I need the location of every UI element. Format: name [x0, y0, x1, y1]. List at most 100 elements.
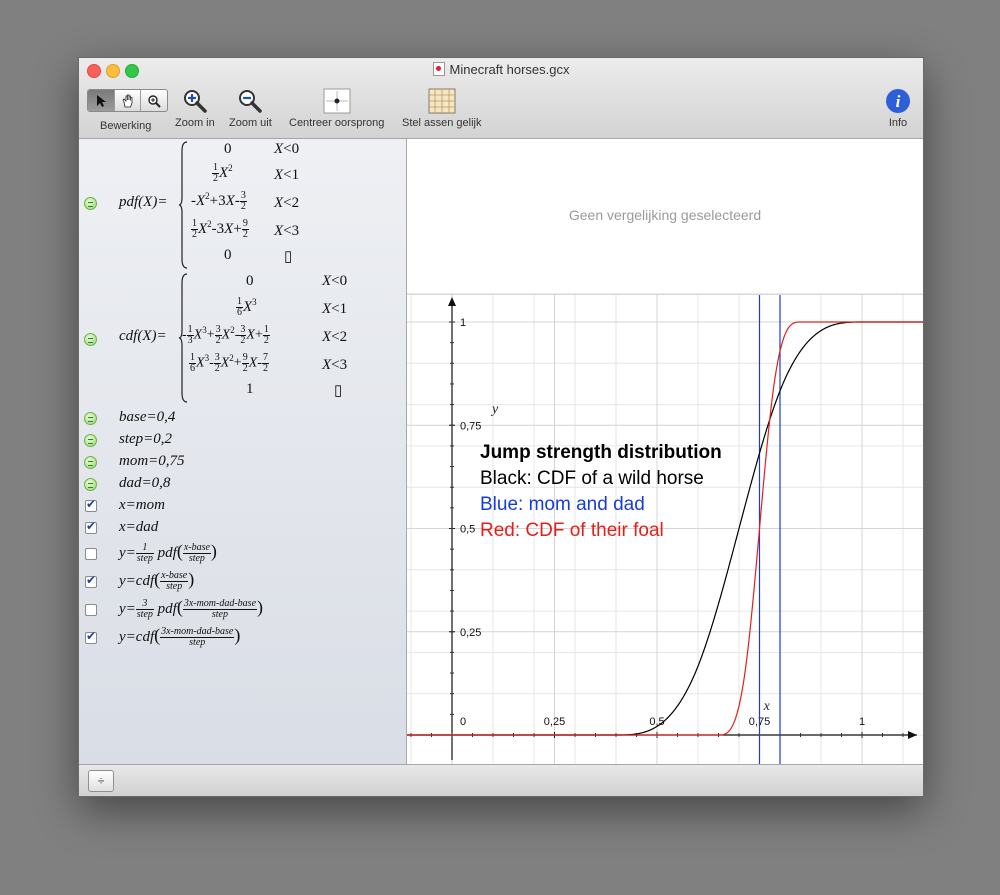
- visibility-checkbox[interactable]: [85, 497, 97, 512]
- annotation-red: Red: CDF of their foal: [480, 520, 664, 541]
- y-tick-label: 0,75: [460, 420, 481, 432]
- x-axis-arrow: [908, 731, 917, 739]
- equation-status-icon[interactable]: [84, 478, 97, 491]
- formula-y3-lhs: y=: [119, 601, 136, 617]
- visibility-checkbox[interactable]: [85, 604, 97, 616]
- arrow-pointer-icon: [96, 94, 106, 107]
- pdf-row-3-expr: -X2+3X- 3 2: [191, 190, 247, 213]
- y-tick-label: 1: [460, 317, 466, 329]
- cdf-row-3-cond: X<2: [322, 329, 348, 345]
- bottom-toolbar: ÷: [79, 764, 923, 796]
- formula-row-y2[interactable]: y=cdf(x-basestep): [79, 567, 406, 595]
- zoom-out-icon: [235, 86, 265, 116]
- pdf-row-5-cond: ▯: [284, 249, 293, 265]
- zoom-out-button[interactable]: Zoom uit: [229, 86, 272, 129]
- formula-y1-arg-den: step: [188, 553, 205, 565]
- center-origin-icon: [322, 86, 352, 116]
- formula-lhs: pdf(X)=: [119, 194, 168, 210]
- formula-y2-lhs: y=cdf: [119, 573, 155, 589]
- x-axis-label: x: [763, 699, 771, 714]
- add-equation-button[interactable]: ÷: [88, 770, 114, 792]
- zoom-in-icon: [180, 86, 210, 116]
- document-icon: [432, 62, 445, 76]
- pdf-row-1-expr: 0: [224, 141, 232, 157]
- annotation-title: Jump strength distribution: [480, 442, 722, 463]
- cdf-row-5-cond: ▯: [334, 383, 343, 399]
- formula-row-step[interactable]: step=0,2: [79, 429, 406, 451]
- formula-y1-fn: pdf: [157, 545, 177, 561]
- grid-icon: [427, 86, 457, 116]
- equal-axes-button[interactable]: Stel assen gelijk: [402, 86, 482, 129]
- left-brace-icon: [178, 141, 188, 269]
- edit-mode-control[interactable]: [87, 89, 168, 112]
- window-title: Minecraft horses.gcx: [79, 62, 923, 77]
- annotation-blue: Blue: mom and dad: [480, 494, 645, 515]
- equation-status-icon[interactable]: [84, 456, 97, 469]
- y-axis-arrow: [448, 297, 456, 306]
- formula-step: step=0,2: [119, 431, 173, 447]
- center-origin-button[interactable]: Centreer oorsprong: [289, 86, 384, 129]
- formula-y4-arg-den: step: [189, 637, 206, 649]
- hand-tool-button[interactable]: [115, 90, 142, 111]
- magnify-tool-button[interactable]: [141, 90, 167, 111]
- function-plot[interactable]: 0 0,25 0,5 0,75 10,250,50,751 x y Jump stren…: [407, 295, 923, 765]
- formula-y3: y= 3 step pdf(3x-mom-dad-base step): [119, 597, 264, 621]
- equation-status-icon[interactable]: [84, 333, 97, 346]
- formula-y1-coef-den: step: [136, 553, 153, 565]
- graph-canvas[interactable]: 0 0,25 0,5 0,75 1 0,25 0,5 0,75 1 x y Jump stren…: [407, 294, 923, 765]
- formula-row-pdf[interactable]: pdf(X)= 0 X<0 1 2 X2 X<1 -X2+3X- 3 2 X<2 12X…: [79, 139, 406, 272]
- y-axis-label: y: [490, 402, 499, 417]
- formula-y3-fn: pdf: [157, 601, 177, 617]
- equation-status-icon[interactable]: [84, 412, 97, 425]
- visibility-checkbox[interactable]: [85, 519, 97, 534]
- pointer-tool-button[interactable]: [88, 90, 115, 111]
- app-window: Minecraft horses.gcx Bewerking Zoom in Z…: [78, 57, 924, 797]
- visibility-checkbox[interactable]: [85, 573, 97, 588]
- y-tick-label: 0,5: [460, 524, 475, 536]
- formula-x-dad: x=dad: [119, 519, 159, 535]
- formula-row-y4[interactable]: y=cdf(3x-mom-dad-basestep): [79, 623, 406, 651]
- pdf-row-3-cond: X<2: [274, 195, 300, 211]
- edit-mode-label: Bewerking: [100, 120, 152, 132]
- formula-row-x-mom[interactable]: x=mom: [79, 495, 406, 517]
- equation-status-icon[interactable]: [84, 434, 97, 447]
- info-button[interactable]: i Info: [883, 86, 913, 129]
- cdf-row-5-expr: 1: [246, 381, 254, 397]
- cdf-row-4-cond: X<3: [322, 357, 348, 373]
- formula-y3-coef-den: step: [136, 609, 153, 621]
- formula-y2-arg-den: step: [166, 581, 183, 593]
- no-equation-message: Geen vergelijking geselecteerd: [568, 207, 762, 223]
- formula-sidebar: pdf(X)= 0 X<0 1 2 X2 X<1 -X2+3X- 3 2 X<2 12X…: [79, 139, 407, 764]
- formula-row-cdf[interactable]: cdf(X)= 0 X<0 1 6 X3 X<1 -1 3 X3+ 3 2 X2- 3 2 X+ 1 2…: [79, 271, 406, 406]
- formula-lhs: cdf(X)=: [119, 328, 167, 344]
- zoom-out-label: Zoom uit: [229, 117, 272, 129]
- magnifier-icon: [148, 94, 161, 108]
- visibility-checkbox[interactable]: [85, 629, 97, 644]
- x-tick-label: 1: [859, 716, 865, 728]
- formula-y4: y=cdf(3x-mom-dad-base step): [119, 625, 241, 649]
- annotation-black: Black: CDF of a wild horse: [480, 468, 704, 489]
- pdf-row-4-expr: 1 2 X2-3X+ 9 2: [191, 218, 249, 241]
- cdf-row-1-expr: 0: [246, 273, 254, 289]
- cdf-row-2-cond: X<1: [322, 301, 348, 317]
- formula-row-x-dad[interactable]: x=dad: [79, 517, 406, 539]
- formula-row-y1[interactable]: y= 1 step pdf(x-base step): [79, 539, 406, 567]
- formula-row-dad[interactable]: dad=0,8: [79, 473, 406, 495]
- formula-row-base[interactable]: base=0,4: [79, 407, 406, 429]
- formula-y1-lhs: y=: [119, 545, 136, 561]
- x-tick-label: 0: [460, 716, 466, 728]
- formula-dad: dad=0,8: [119, 475, 171, 491]
- center-origin-label: Centreer oorsprong: [289, 117, 385, 129]
- formula-y1: y= 1 step pdf(x-base step): [119, 541, 217, 565]
- info-icon: i: [883, 86, 913, 116]
- formula-row-y3[interactable]: y= 3 step pdf(3x-mom-dad-base step): [79, 595, 406, 623]
- visibility-checkbox[interactable]: [85, 548, 97, 560]
- zoom-in-button[interactable]: Zoom in: [175, 86, 215, 129]
- formula-y3-arg-den: step: [211, 609, 228, 621]
- formula-base: base=0,4: [119, 409, 176, 425]
- formula-row-mom[interactable]: mom=0,75: [79, 451, 406, 473]
- equation-status-icon[interactable]: [84, 197, 97, 210]
- pdf-row-1-cond: X<0: [274, 141, 300, 157]
- formula-x-mom: x=mom: [119, 497, 165, 513]
- x-tick-label: 0,25: [544, 716, 565, 728]
